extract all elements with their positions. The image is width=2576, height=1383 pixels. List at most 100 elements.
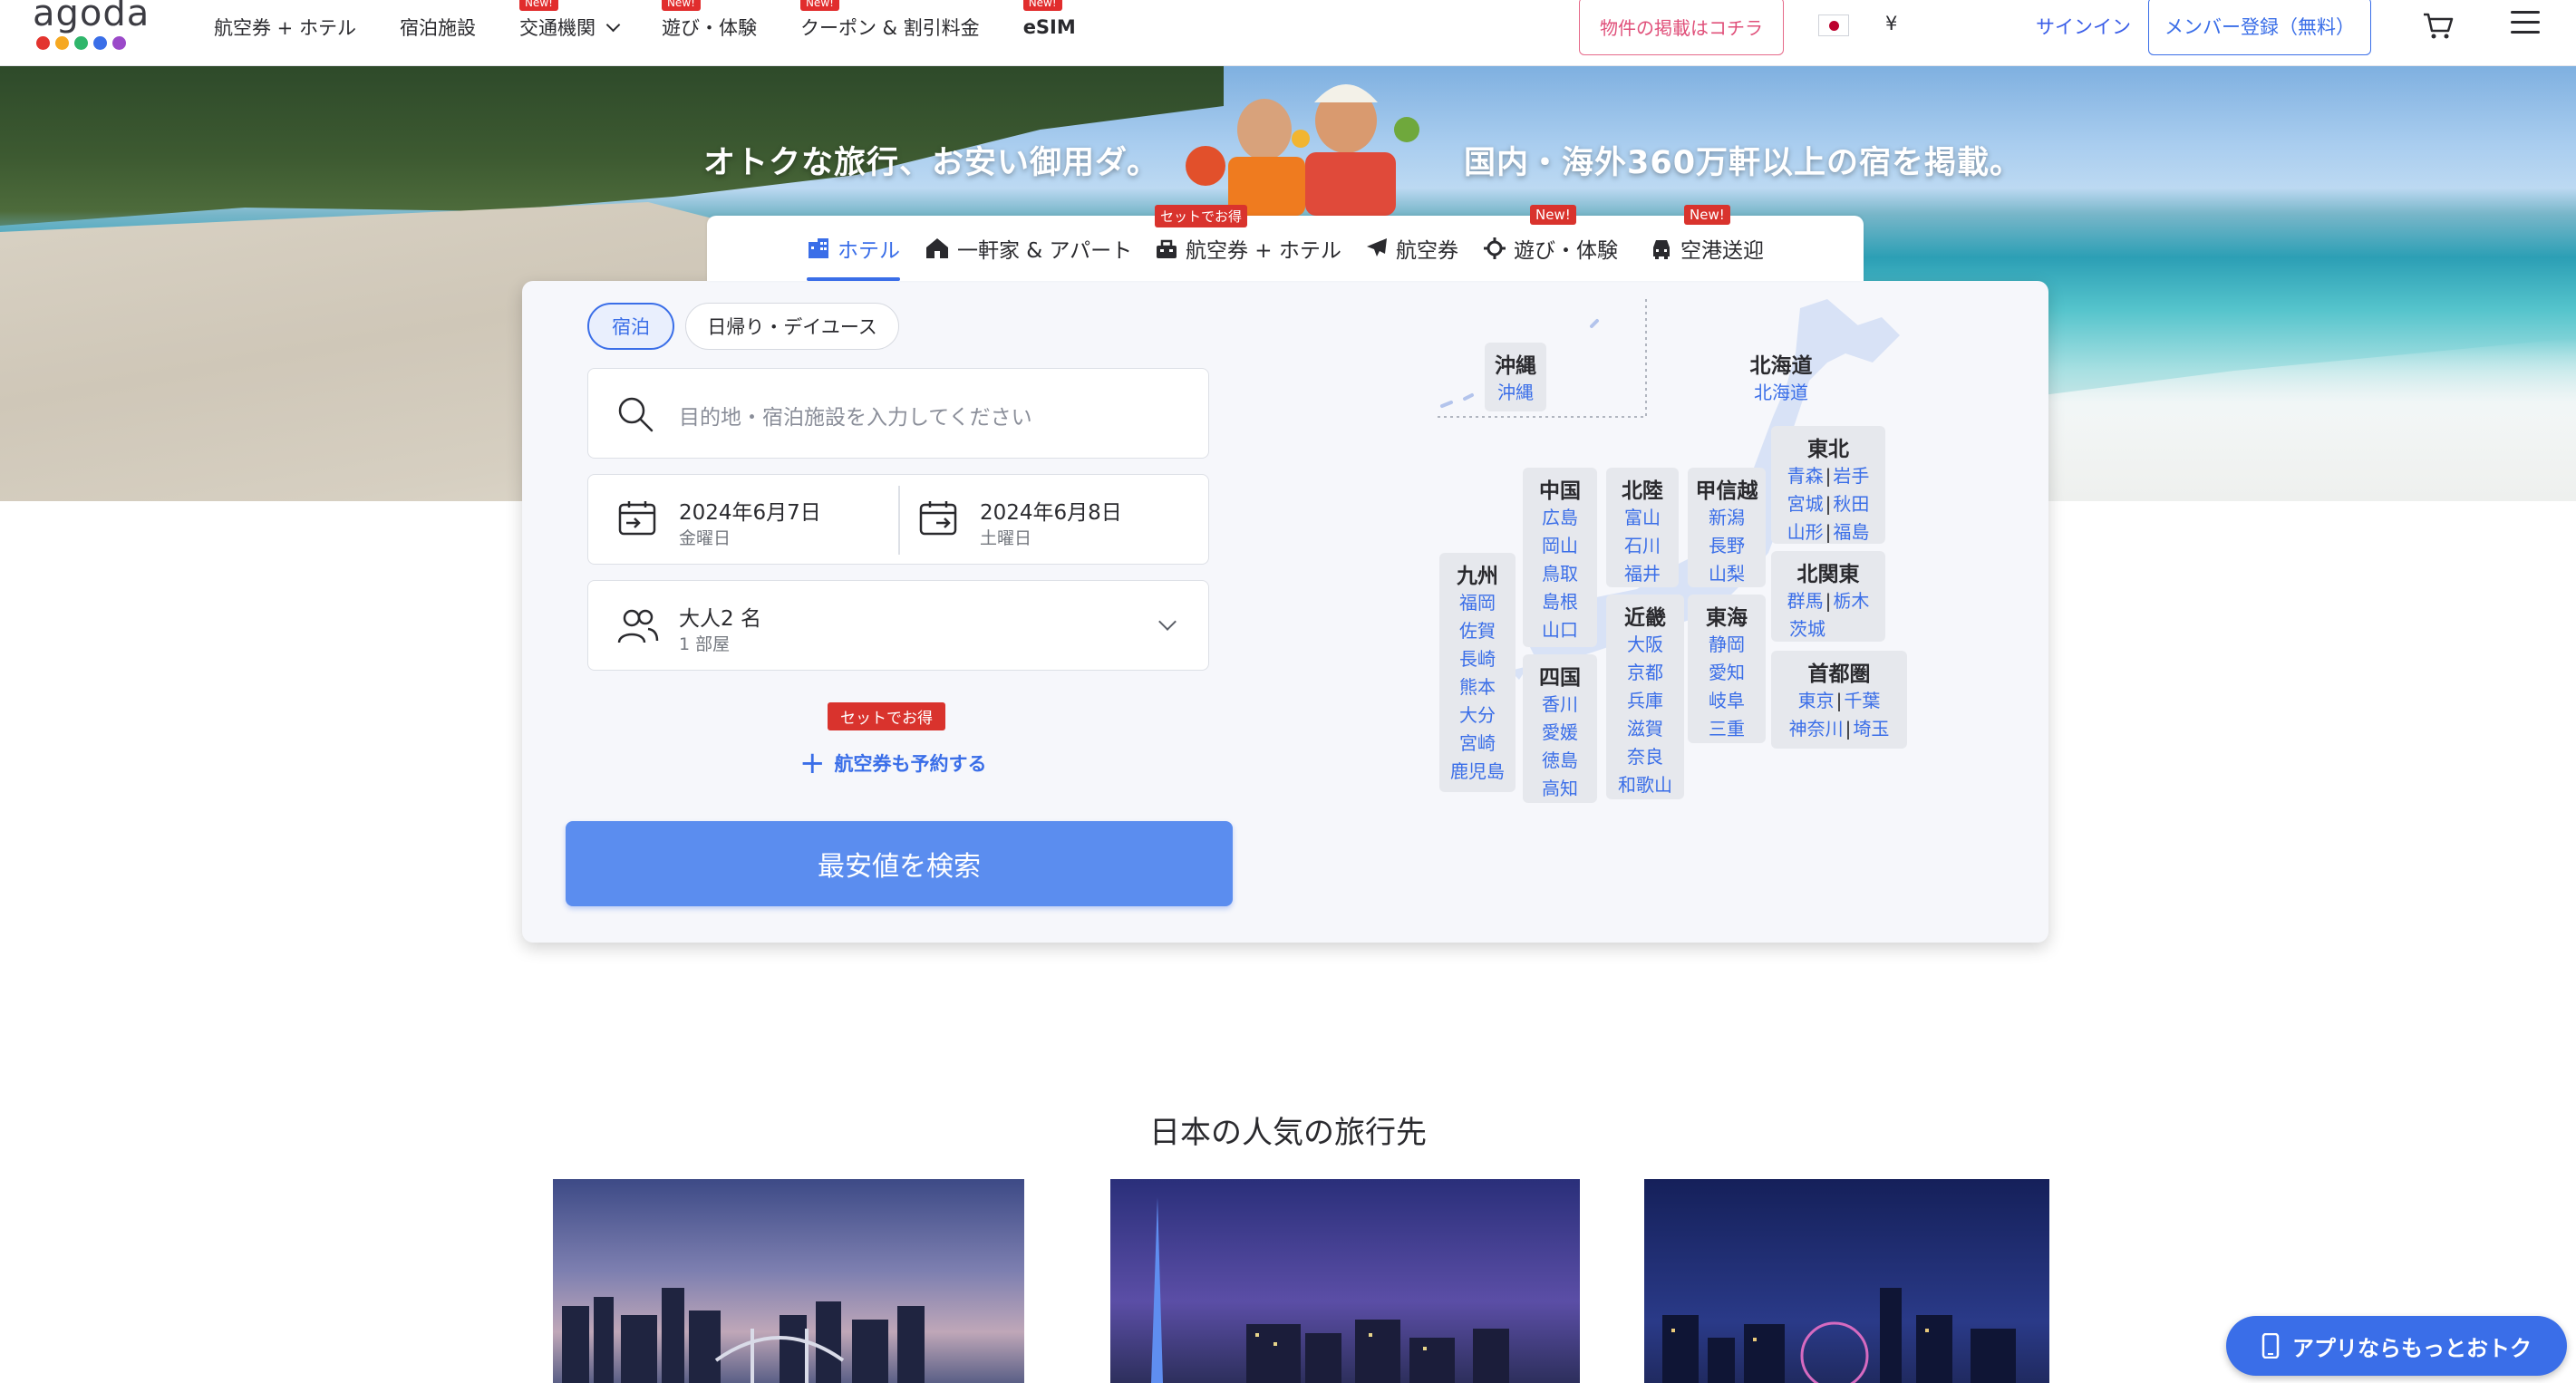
agoda-logo[interactable]: agoda <box>33 0 149 60</box>
pref-link[interactable]: 長野 <box>1688 532 1766 560</box>
pref-link[interactable]: 茨城 <box>1789 618 1825 640</box>
pref-link[interactable]: 山形 <box>1787 521 1824 543</box>
region-hokuriku[interactable]: 北陸 富山 石川 福井 <box>1606 468 1679 587</box>
pref-link[interactable]: 熊本 <box>1439 673 1516 701</box>
pref-link[interactable]: 福岡 <box>1439 589 1516 617</box>
tab-flights[interactable]: 航空券 <box>1365 216 1458 281</box>
nav-transport[interactable]: New! 交通機関 <box>518 0 621 54</box>
pref-link[interactable]: 岡山 <box>1523 532 1597 560</box>
pref-link[interactable]: 富山 <box>1606 504 1679 532</box>
search-input[interactable]: 目的地・宿泊施設を入力してください <box>679 400 1032 430</box>
region-kitakanto[interactable]: 北関東 群馬 | 栃木 茨城 <box>1771 551 1885 642</box>
tab-homes[interactable]: 一軒家 & アパート <box>925 216 1132 281</box>
pref-link[interactable]: 佐賀 <box>1439 617 1516 645</box>
app-promo-button[interactable]: アプリならもっとおトク <box>2226 1316 2567 1376</box>
pref-link[interactable]: 三重 <box>1688 715 1766 743</box>
nav-label: クーポン & 割引料金 <box>799 17 980 39</box>
region-hokkaido[interactable]: 北海道 北海道 <box>1737 343 1825 406</box>
pref-link[interactable]: 和歌山 <box>1606 771 1684 799</box>
pref-link[interactable]: 沖縄 <box>1485 379 1546 407</box>
checkout-weekday: 土曜日 <box>980 528 1032 548</box>
signin-link[interactable]: サインイン <box>2036 13 2131 40</box>
region-shikoku[interactable]: 四国 香川 愛媛 徳島 高知 <box>1523 654 1597 803</box>
pref-link[interactable]: 山梨 <box>1688 560 1766 588</box>
pref-link[interactable]: 青森 <box>1787 465 1824 487</box>
pref-link[interactable]: 徳島 <box>1523 747 1597 775</box>
currency-selector[interactable]: ¥ <box>1885 13 1897 34</box>
region-kyushu[interactable]: 九州 福岡 佐賀 長崎 熊本 大分 宮崎 鹿児島 <box>1439 553 1516 792</box>
region-tohoku[interactable]: 東北 青森 | 岩手 宮城 | 秋田 山形 | 福島 <box>1771 426 1885 544</box>
tab-airport-transfer[interactable]: New! 空港送迎 <box>1650 205 1764 281</box>
pref-link[interactable]: 大分 <box>1439 701 1516 730</box>
pref-link[interactable]: 愛知 <box>1688 659 1766 687</box>
japan-flag-icon[interactable] <box>1818 15 1849 36</box>
pref-link[interactable]: 栃木 <box>1833 590 1869 612</box>
pref-link[interactable]: 香川 <box>1523 691 1597 719</box>
pref-link[interactable]: 埼玉 <box>1853 718 1889 740</box>
plane-icon <box>1367 238 1387 256</box>
pref-link[interactable]: 福島 <box>1833 521 1869 543</box>
pref-link[interactable]: 福井 <box>1606 560 1679 588</box>
pref-link[interactable]: 神奈川 <box>1789 718 1844 740</box>
pref-link[interactable]: 大阪 <box>1606 631 1684 659</box>
pref-link[interactable]: 山口 <box>1523 616 1597 644</box>
region-name: 甲信越 <box>1695 479 1758 503</box>
pref-link[interactable]: 秋田 <box>1833 493 1869 515</box>
add-flight-button[interactable]: + 航空券も予約する <box>799 748 987 779</box>
pref-link[interactable]: 宮崎 <box>1439 730 1516 758</box>
stay-type-dayuse[interactable]: 日帰り・デイユース <box>685 303 899 350</box>
checkin-date[interactable]: 2024年6月7日 金曜日 <box>588 475 898 566</box>
pref-link[interactable]: 滋賀 <box>1606 715 1684 743</box>
region-shutoken[interactable]: 首都圏 東京 | 千葉 神奈川 | 埼玉 <box>1771 651 1907 749</box>
logo-dot <box>112 36 126 50</box>
menu-icon[interactable] <box>2511 11 2540 36</box>
pref-link[interactable]: 兵庫 <box>1606 687 1684 715</box>
pref-link[interactable]: 奈良 <box>1606 743 1684 771</box>
destination-card-tokyo[interactable] <box>553 1179 1024 1383</box>
pref-link[interactable]: 新潟 <box>1688 504 1766 532</box>
pref-link[interactable]: 長崎 <box>1439 645 1516 673</box>
pref-link[interactable]: 岩手 <box>1833 465 1869 487</box>
region-tokai[interactable]: 東海 静岡 愛知 岐阜 三重 <box>1688 595 1766 743</box>
pref-link[interactable]: 群馬 <box>1787 590 1824 612</box>
nav-esim[interactable]: New! eSIM <box>1022 0 1076 54</box>
tab-activities[interactable]: New! 遊び・体験 <box>1483 205 1618 281</box>
stay-type-overnight[interactable]: 宿泊 <box>587 303 674 350</box>
pref-link[interactable]: 宮城 <box>1787 493 1824 515</box>
search-button[interactable]: 最安値を検索 <box>566 821 1233 906</box>
pref-link[interactable]: 京都 <box>1606 659 1684 687</box>
signup-button[interactable]: メンバー登録（無料） <box>2148 0 2371 55</box>
tab-hotels[interactable]: ホテル <box>807 216 900 281</box>
guest-selector[interactable]: 大人2 名 1 部屋 <box>587 580 1209 671</box>
pref-link[interactable]: 石川 <box>1606 532 1679 560</box>
checkout-date[interactable]: 2024年6月8日 土曜日 <box>889 475 1210 566</box>
nav-coupons[interactable]: New! クーポン & 割引料金 <box>799 0 980 54</box>
destination-card-fukuoka[interactable] <box>1110 1179 1580 1383</box>
nav-activities[interactable]: New! 遊び・体験 <box>661 0 757 54</box>
pref-link[interactable]: 東京 <box>1798 690 1835 711</box>
nav-accommodation[interactable]: 宿泊施設 <box>400 0 476 54</box>
pref-link[interactable]: 島根 <box>1523 588 1597 616</box>
tab-flight-hotel[interactable]: セットでお得 航空券 + ホテル <box>1155 205 1341 281</box>
pref-link[interactable]: 高知 <box>1523 775 1597 803</box>
pref-link[interactable]: 静岡 <box>1688 631 1766 659</box>
nav-label: 交通機関 <box>518 17 596 39</box>
pref-link[interactable]: 鹿児島 <box>1439 758 1516 786</box>
pref-link[interactable]: 北海道 <box>1737 379 1825 407</box>
pref-link[interactable]: 鳥取 <box>1523 560 1597 588</box>
region-okinawa[interactable]: 沖縄 沖縄 <box>1485 343 1546 411</box>
destination-search-field[interactable]: 目的地・宿泊施設を入力してください <box>587 368 1209 459</box>
nav-flight-hotel[interactable]: 航空券 + ホテル <box>214 0 356 54</box>
pref-link[interactable]: 千葉 <box>1844 690 1880 711</box>
region-chugoku[interactable]: 中国 広島 岡山 鳥取 島根 山口 <box>1523 468 1597 647</box>
pref-link[interactable]: 愛媛 <box>1523 719 1597 747</box>
nav-label: 航空券 + ホテル <box>214 17 356 39</box>
pref-link[interactable]: 岐阜 <box>1688 687 1766 715</box>
main-nav: 航空券 + ホテル 宿泊施設 New! 交通機関 New! 遊び・体験 New!… <box>214 0 1119 54</box>
region-koshinetsu[interactable]: 甲信越 新潟 長野 山梨 <box>1688 468 1766 587</box>
pref-link[interactable]: 広島 <box>1523 504 1597 532</box>
destination-card-yokohama[interactable] <box>1644 1179 2049 1383</box>
region-kinki[interactable]: 近畿 大阪 京都 兵庫 滋賀 奈良 和歌山 <box>1606 595 1684 799</box>
cart-icon[interactable] <box>2422 11 2455 40</box>
list-property-button[interactable]: 物件の掲載はコチラ <box>1579 0 1784 55</box>
